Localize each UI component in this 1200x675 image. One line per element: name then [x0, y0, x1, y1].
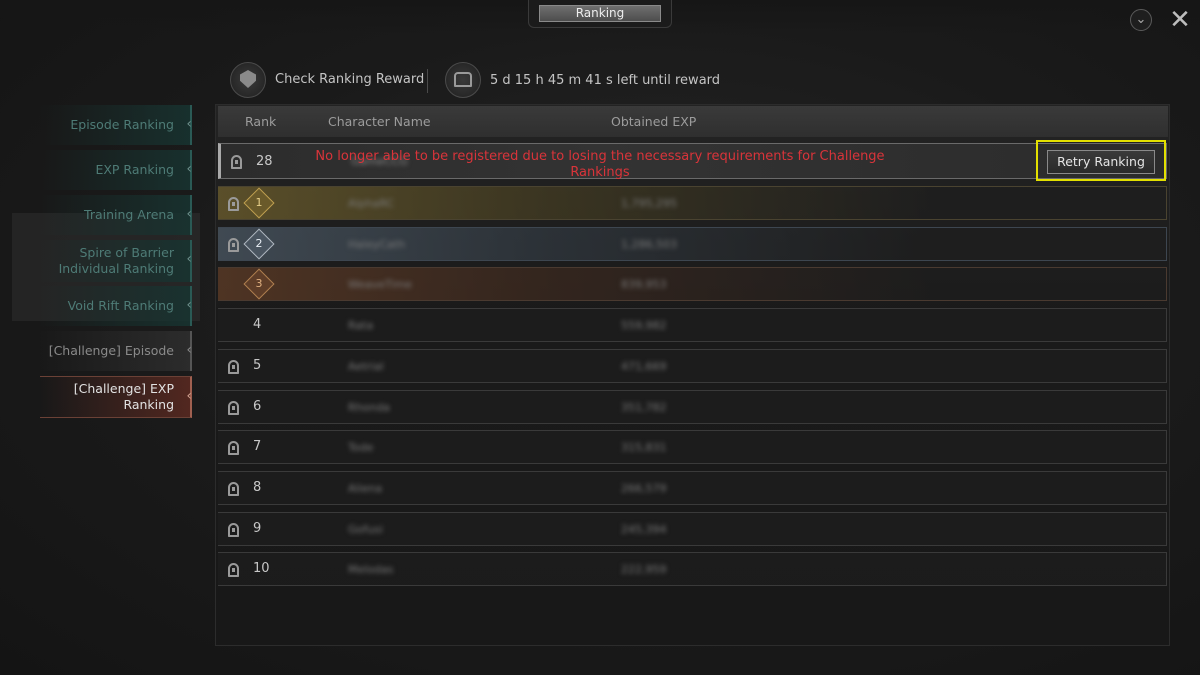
obtained-exp: 839,953 [621, 278, 667, 291]
retry-ranking-button[interactable]: Retry Ranking [1047, 150, 1155, 174]
table-row: 5 Aetrial 471,669 [218, 349, 1167, 383]
rank-number: 10 [253, 561, 270, 576]
rank-number: 9 [253, 521, 262, 536]
sidebar-item-label: Training Arena [84, 207, 174, 222]
character-name: AlphaRC [348, 197, 395, 210]
tombstone-icon [228, 360, 239, 374]
column-header-obtained-exp: Obtained EXP [611, 114, 697, 129]
title-plate: Ranking [528, 0, 672, 28]
character-name: Tode [348, 441, 374, 454]
obtained-exp: 559,982 [621, 319, 667, 332]
rank-badge-silver: 2 [243, 228, 275, 260]
rank-number: 2 [255, 237, 263, 250]
obtained-exp: 315,831 [621, 441, 667, 454]
rank-number: 7 [253, 439, 262, 454]
sidebar-item-label: [Challenge] EXP Ranking [73, 381, 174, 412]
sidebar-item-label: Spire of Barrier Individual Ranking [58, 245, 174, 276]
check-ranking-reward-button[interactable]: Check Ranking Reward [275, 72, 424, 87]
ineligible-warning: No longer able to be registered due to l… [315, 149, 885, 180]
sidebar-item-spire-of-barrier[interactable]: Spire of Barrier Individual Ranking [40, 240, 192, 282]
obtained-exp: 245,394 [621, 523, 667, 536]
rank-number: 8 [253, 480, 262, 495]
table-row: 2 HaleyCath 1,286,503 [218, 227, 1167, 261]
medal-icon[interactable] [230, 62, 266, 98]
table-row: 8 Aliena 266,579 [218, 471, 1167, 505]
column-header-character-name: Character Name [328, 114, 431, 129]
rank-number: 1 [255, 196, 263, 209]
tombstone-icon [228, 238, 239, 252]
sidebar-item-challenge-episode[interactable]: [Challenge] Episode [40, 331, 192, 371]
tombstone-icon [231, 155, 242, 169]
character-name: Melodas [348, 563, 394, 576]
table-row: 4 Rata 559,982 [218, 308, 1167, 342]
character-name: Aliena [348, 482, 383, 495]
retry-highlight: Retry Ranking [1036, 140, 1166, 181]
character-name: Rata [348, 319, 374, 332]
table-row: 6 Rhonda 351,782 [218, 390, 1167, 424]
rank-number: 3 [255, 277, 263, 290]
sidebar-item-label: [Challenge] Episode [48, 343, 174, 358]
divider [427, 69, 428, 93]
my-rank: 28 [256, 154, 273, 169]
table-row: 10 Melodas 222,959 [218, 552, 1167, 586]
obtained-exp: 351,782 [621, 401, 667, 414]
character-name: Gofusi [348, 523, 383, 536]
table-row: 1 AlphaRC 1,795,295 [218, 186, 1167, 220]
rank-number: 4 [253, 317, 262, 332]
obtained-exp: 1,286,503 [621, 238, 677, 251]
reward-timer: 5 d 15 h 45 m 41 s left until reward [490, 73, 721, 88]
page-title: Ranking [539, 5, 661, 22]
sidebar-item-episode-ranking[interactable]: Episode Ranking [40, 105, 192, 145]
rank-badge-gold: 1 [243, 187, 275, 219]
obtained-exp: 471,669 [621, 360, 667, 373]
rank-number: 6 [253, 399, 262, 414]
tombstone-icon [228, 523, 239, 537]
chevron-down-circle-icon[interactable]: ⌄ [1130, 9, 1152, 31]
table-row: 7 Tode 315,831 [218, 430, 1167, 464]
character-name: HaleyCath [348, 238, 406, 251]
chest-icon [445, 62, 481, 98]
character-name: WeaveTime [348, 278, 412, 291]
obtained-exp: 266,579 [621, 482, 667, 495]
sidebar-item-training-arena[interactable]: Training Arena [40, 195, 192, 235]
tombstone-icon [228, 563, 239, 577]
sidebar-item-exp-ranking[interactable]: EXP Ranking [40, 150, 192, 190]
sidebar-item-label: Void Rift Ranking [67, 298, 174, 313]
sidebar-item-void-rift-ranking[interactable]: Void Rift Ranking [40, 286, 192, 326]
tombstone-icon [228, 197, 239, 211]
table-row: 9 Gofusi 245,394 [218, 512, 1167, 546]
sidebar-item-label: EXP Ranking [95, 162, 174, 177]
tombstone-icon [228, 482, 239, 496]
obtained-exp: 1,795,295 [621, 197, 677, 210]
table-row: 3 WeaveTime 839,953 [218, 267, 1167, 301]
tombstone-icon [228, 441, 239, 455]
obtained-exp: 222,959 [621, 563, 667, 576]
rank-number: 5 [253, 358, 262, 373]
character-name: Rhonda [348, 401, 391, 414]
character-name: Aetrial [348, 360, 384, 373]
column-header-rank: Rank [245, 114, 277, 129]
sidebar-item-challenge-exp-ranking[interactable]: [Challenge] EXP Ranking [40, 376, 192, 418]
rank-badge-bronze: 3 [243, 268, 275, 300]
close-icon[interactable]: ✕ [1166, 6, 1194, 34]
sidebar-item-label: Episode Ranking [70, 117, 174, 132]
table-header: Rank Character Name Obtained EXP [218, 106, 1168, 137]
tombstone-icon [228, 401, 239, 415]
